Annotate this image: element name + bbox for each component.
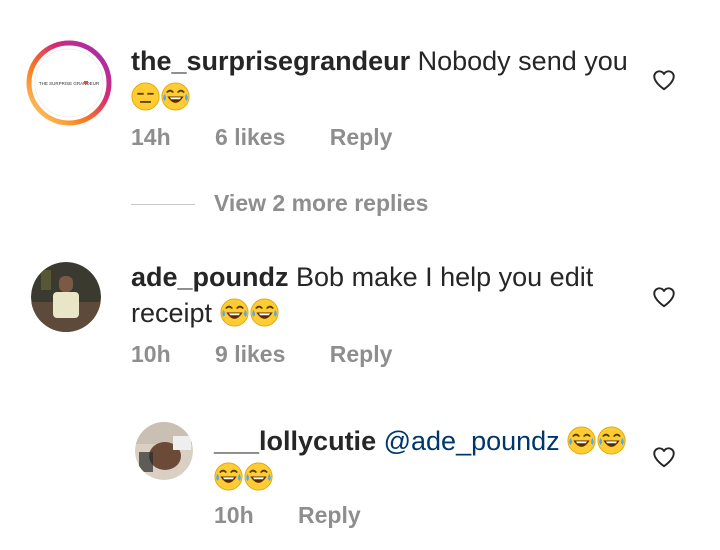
comment-1-username[interactable]: the_surprisegrandeur bbox=[131, 46, 410, 76]
laughing-emoji-icon bbox=[250, 298, 279, 327]
comment-2-text-line1: Bob make I help you edit bbox=[296, 262, 594, 292]
view-more-replies[interactable]: View 2 more replies bbox=[131, 190, 428, 217]
laughing-emoji-icon bbox=[220, 298, 249, 327]
comment-1-reply-button[interactable]: Reply bbox=[330, 124, 393, 150]
comment-2-reply-button[interactable]: Reply bbox=[330, 341, 393, 367]
laughing-emoji-icon bbox=[567, 426, 596, 455]
comment-2-likes[interactable]: 9 likes bbox=[215, 341, 285, 367]
expressionless-emoji-icon bbox=[131, 82, 160, 111]
view-more-label[interactable]: View 2 more replies bbox=[214, 190, 428, 216]
reply-comment-username[interactable]: ___lollycutie bbox=[214, 426, 376, 456]
comment-2-text-line2: receipt bbox=[131, 298, 213, 328]
laughing-emoji-icon bbox=[597, 426, 626, 455]
comment-2-time: 10h bbox=[131, 341, 171, 367]
avatar-ade-poundz[interactable] bbox=[31, 262, 101, 332]
comment-1-likes[interactable]: 6 likes bbox=[215, 124, 285, 150]
heart-icon[interactable] bbox=[651, 67, 677, 93]
mention-link[interactable]: @ade_poundz bbox=[384, 426, 560, 456]
avatar-logo-text: THE SURPRISE GRANDEUR bbox=[39, 81, 100, 86]
comment-2-body: ade_poundz Bob make I help you edit rece… bbox=[131, 259, 631, 331]
comment-1-text: Nobody send you bbox=[417, 46, 628, 76]
laughing-emoji-icon bbox=[244, 462, 273, 491]
reply-comment-reply-button[interactable]: Reply bbox=[298, 502, 361, 528]
avatar-the-surprisegrandeur[interactable]: THE SURPRISE GRANDEUR bbox=[26, 40, 112, 126]
avatar-lollycutie[interactable] bbox=[135, 422, 193, 480]
reply-comment-meta: 10h Reply bbox=[214, 501, 399, 529]
comment-1-time: 14h bbox=[131, 124, 171, 150]
heart-icon[interactable] bbox=[651, 444, 677, 470]
comment-1-meta: 14h 6 likes Reply bbox=[131, 123, 430, 151]
comment-1-body: the_surprisegrandeur Nobody send you bbox=[131, 43, 631, 115]
reply-comment-body: ___lollycutie @ade_poundz bbox=[214, 423, 644, 495]
divider-line bbox=[131, 204, 195, 206]
comment-2-meta: 10h 9 likes Reply bbox=[131, 340, 430, 368]
reply-comment-time: 10h bbox=[214, 502, 254, 528]
heart-icon[interactable] bbox=[651, 284, 677, 310]
comment-2-username[interactable]: ade_poundz bbox=[131, 262, 289, 292]
laughing-emoji-icon bbox=[161, 82, 190, 111]
laughing-emoji-icon bbox=[214, 462, 243, 491]
